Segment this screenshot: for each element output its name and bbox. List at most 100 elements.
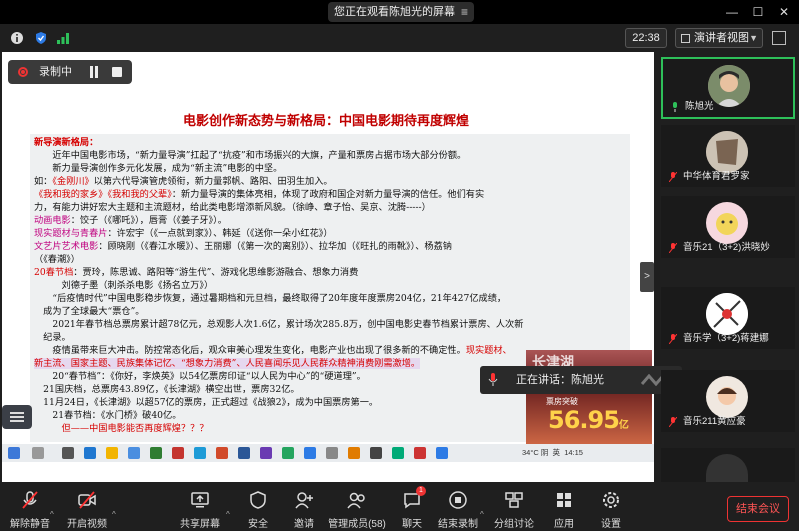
slide-line: 力，有能力讲好宏大主题和主流题材，给此类电影增添新风貌。（徐峥、章子怡、吴京、沈… <box>34 201 626 214</box>
share-screen-button[interactable]: 共享屏幕 <box>170 484 230 531</box>
share-screen-label: 共享屏幕 <box>180 519 220 530</box>
chat-badge: 1 <box>416 486 426 496</box>
tray-info: 34°C 阴 英 14:15 <box>522 447 583 458</box>
start-video-button[interactable]: 开启视频 <box>57 484 117 531</box>
mic-off-icon <box>669 172 677 182</box>
meeting-window: 您正在观看陈旭光的屏幕 ≡ — ☐ ✕ 22:38 演讲者视图 ▼ 录制中 电影… <box>0 0 799 531</box>
movie-poster: 长津湖 票房突破 56.95亿 <box>526 350 652 444</box>
slide-title: 电影创作新态势与新格局：中国电影期待再度辉煌 <box>182 114 469 129</box>
windows-start-icon <box>8 447 20 459</box>
slide-line: 近年中国电影市场，“新力量导演”扛起了“抗疫”和市场振兴的大旗，产量和票房占据市… <box>34 149 626 162</box>
app-icon <box>436 447 448 459</box>
video-off-icon <box>78 491 96 509</box>
participant-name-text: 音乐211黄应豪 <box>683 416 746 427</box>
manage-members-button[interactable]: 管理成员(58) <box>327 484 387 531</box>
slide-text-segment: ：饺子（《哪吒》），唇膏（《姜子牙》）。 <box>70 215 227 226</box>
info-icon[interactable] <box>10 31 24 45</box>
slide-text-segment: 现实题材、 <box>465 345 512 356</box>
slide-text-segment: 如： <box>34 176 53 187</box>
slide-text-segment: 文艺片艺术电影 <box>34 241 99 252</box>
add-user-icon <box>295 492 313 509</box>
slide-text-segment: 11月24日，《长津湖》以超57亿的票房，正式超过《战狼2》，成为中国票房第一。 <box>34 397 379 408</box>
avatar <box>706 376 748 418</box>
share-notice-text: 您正在观看陈旭光的屏幕 <box>334 6 455 18</box>
participant-tile[interactable]: 中华体育君罗家 <box>661 125 795 187</box>
slide-text-segment: 20“春节档”：《你好，李焕英》以54亿票房印证“以人民为中心”的“硬道理”。 <box>34 371 366 382</box>
shield-icon[interactable] <box>34 31 48 45</box>
window-controls: — ☐ ✕ <box>721 2 795 22</box>
word-icon <box>238 447 250 459</box>
sidebar-toggle-button[interactable]: > <box>640 262 654 292</box>
participant-tile[interactable]: 音乐211黄应豪 <box>661 370 795 432</box>
slide-line: 动画电影：饺子（《哪吒》），唇膏（《姜子牙》）。 <box>34 214 626 227</box>
search-icon <box>32 447 44 459</box>
stop-icon[interactable] <box>112 67 122 77</box>
signal-icon[interactable] <box>56 31 70 45</box>
slide-text-segment: 新力量导演创作多元化发展，成为“新主流”电影的中坚。 <box>34 163 283 174</box>
slide-text-segment: ：顾晓刚（《春江水暖》）、王丽娜（《第一次的离别》）、拉华加（《旺扎的雨靴》）、… <box>98 241 452 252</box>
app-icon <box>370 447 382 459</box>
title-bar: 您正在观看陈旭光的屏幕 ≡ — ☐ ✕ <box>0 0 799 24</box>
view-mode-label: 演讲者视图 <box>694 32 749 44</box>
participant-name-text: 音乐学（3+2)蒋建娜 <box>683 333 769 344</box>
floating-list-icon[interactable] <box>2 405 32 429</box>
slide-text-segment: 21国庆档，总票房43.89亿，《长津湖》横空出世，票房32亿。 <box>34 384 300 395</box>
maximize-icon[interactable]: ☐ <box>747 2 769 22</box>
minimize-icon[interactable]: — <box>721 2 743 22</box>
participant-name-text: 陈旭光 <box>685 101 714 112</box>
close-icon[interactable]: ✕ <box>773 2 795 22</box>
record-stop-icon <box>449 491 467 509</box>
task-view-icon <box>62 447 74 459</box>
app-icon <box>348 447 360 459</box>
end-meeting-button[interactable]: 结束会议 <box>727 496 789 522</box>
slide-text-segment: 但——中国电影能否再度辉煌？？？ <box>34 423 209 434</box>
participant-tile[interactable]: 陈旭光 <box>661 57 795 119</box>
screen-share-notice[interactable]: 您正在观看陈旭光的屏幕 ≡ <box>328 2 474 22</box>
pause-icon[interactable] <box>88 66 100 78</box>
participant-name: 陈旭光 <box>667 100 718 114</box>
slide-text-segment: 以第六代导演管虎领衔，新力量郭帆、路阳、田羽生加入。 <box>93 176 333 187</box>
shield-icon <box>250 491 266 509</box>
chevron-up-icon[interactable]: ^ <box>50 510 54 519</box>
end-recording-button[interactable]: 结束录制 <box>428 484 488 531</box>
app-icon <box>260 447 272 459</box>
invite-label: 邀请 <box>294 519 314 530</box>
menu-icon[interactable]: ≡ <box>461 2 468 22</box>
slide-text-segment: ：贾玲，陈思诚、路阳等“游生代”、游戏化思维影游融合、想象力消费 <box>73 267 359 278</box>
breakout-icon <box>505 492 523 508</box>
slide-line: 20春节档：贾玲，陈思诚、路阳等“游生代”、游戏化思维影游融合、想象力消费 <box>34 266 626 279</box>
view-mode-select[interactable]: 演讲者视图 ▼ <box>675 28 763 48</box>
app-icon <box>194 447 206 459</box>
app-icon <box>128 447 140 459</box>
fullscreen-icon[interactable] <box>772 31 786 45</box>
settings-label: 设置 <box>601 519 621 530</box>
participant-tile[interactable]: 音乐21（3+2)洪晓妙 <box>661 196 795 258</box>
participant-name: 中华体育君罗家 <box>665 170 754 184</box>
members-icon <box>347 492 365 509</box>
slide-line: 成为了全球最大“票仓”。 <box>34 305 626 318</box>
chevron-up-icon[interactable]: ^ <box>112 510 116 519</box>
edge-icon <box>84 447 96 459</box>
slide-text-segment: 20春节档 <box>34 267 74 278</box>
share-screen-icon <box>191 492 209 508</box>
unmute-button[interactable]: 解除静音 <box>0 484 60 531</box>
settings-button[interactable]: 设置 <box>581 484 641 531</box>
grid-icon <box>681 34 690 43</box>
meeting-toolbar: 22:38 演讲者视图 ▼ <box>0 24 799 52</box>
participant-tile[interactable]: 音乐学（3+2)蒋建娜 <box>661 287 795 349</box>
slide-line: 新导演新格局： <box>34 136 626 149</box>
avatar <box>706 202 748 244</box>
tray-weather: 34°C 阴 <box>522 448 549 457</box>
slide-text-segment: “后疫情时代”中国电影稳步恢复，通过暑期档和元旦档，最终取得了20年度年度票房2… <box>34 293 507 304</box>
apps-icon <box>557 493 571 507</box>
tray-clock: 14:15 <box>564 448 583 457</box>
slide-text-segment: 《我和我的家乡》《我和我的父辈》 <box>34 189 172 200</box>
slide-text-segment: ：新力量导演的集体亮相，体现了政府和国企对新力量导演的信任。他们有实 <box>171 189 485 200</box>
slide-text-segment: （《春潮》） <box>34 254 80 265</box>
gear-icon <box>603 492 619 508</box>
slide-text-segment: 力，有能力讲好宏大主题和主流题材，给此类电影增添新风貌。（徐峥、章子怡、吴京、沈… <box>34 202 431 213</box>
slide-text-segment: 21春节档：《水门桥》破40亿。 <box>34 410 182 421</box>
participant-tile-partial[interactable] <box>661 448 795 482</box>
slide-text-segment: 2021年春节档总票房累计超78亿元，总观影人次1.6亿，累计场次285.8万，… <box>34 319 524 330</box>
invite-button[interactable]: 邀请 <box>274 484 334 531</box>
